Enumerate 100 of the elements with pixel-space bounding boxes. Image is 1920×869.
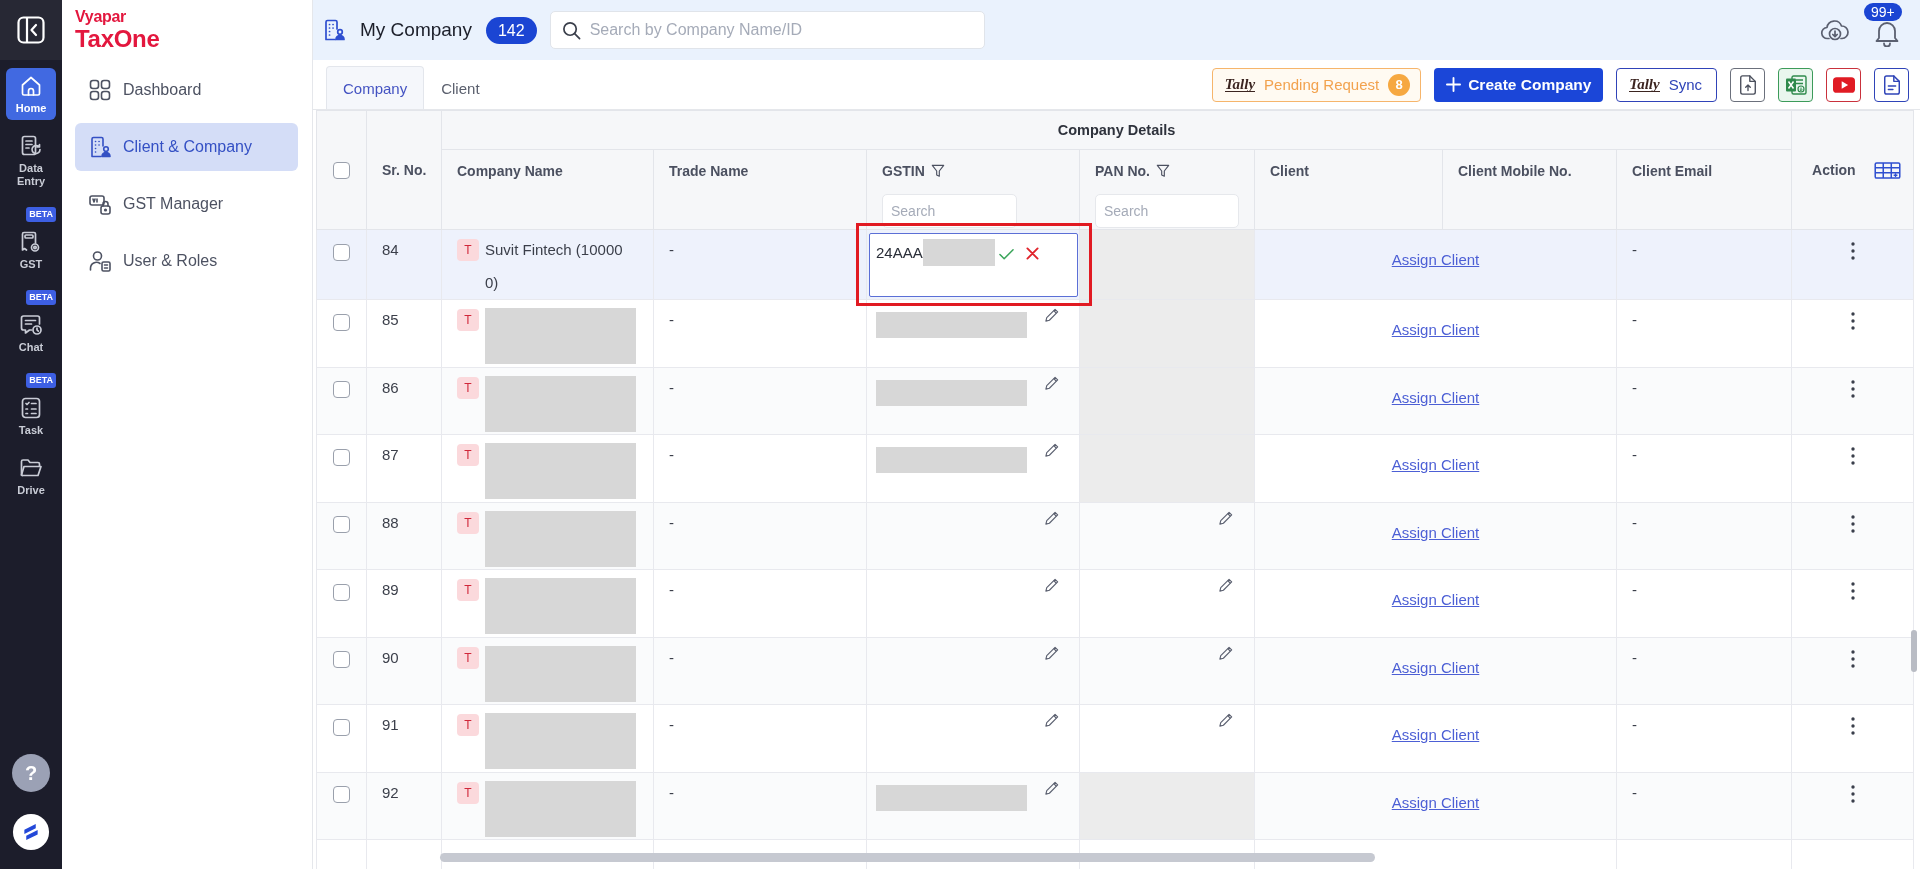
upload-file-button[interactable] xyxy=(1730,67,1765,102)
kebab-menu-icon[interactable] xyxy=(1850,514,1855,533)
gstin-input[interactable]: 24AAA xyxy=(869,233,1078,297)
assign-client-link[interactable]: Assign Client xyxy=(1391,658,1480,676)
kebab-menu-icon[interactable] xyxy=(1850,582,1855,600)
pencil-icon[interactable] xyxy=(1219,578,1233,592)
tab[interactable]: Client xyxy=(424,66,497,109)
table-cell: 85 xyxy=(366,299,442,367)
pencil-icon[interactable] xyxy=(1219,645,1233,660)
table-cell: - xyxy=(1616,502,1792,570)
pencil-icon[interactable] xyxy=(1045,308,1059,322)
filter-icon[interactable] xyxy=(930,164,945,178)
assign-client-link[interactable]: Assign Client xyxy=(1391,793,1480,811)
excel-export-button[interactable] xyxy=(1778,67,1813,102)
assign-client-link[interactable]: Assign Client xyxy=(1391,388,1480,406)
check-icon[interactable] xyxy=(998,248,1014,260)
pencil-icon[interactable] xyxy=(1045,443,1059,457)
kebab-menu-icon[interactable] xyxy=(1850,242,1855,260)
rail-item[interactable]: BETA GST xyxy=(6,201,56,276)
kebab-menu-icon[interactable] xyxy=(1850,784,1855,803)
sidebar-item[interactable]: Dashboard xyxy=(75,66,298,114)
create-company-button[interactable]: Create Company xyxy=(1434,67,1604,102)
company-avatar: T xyxy=(457,376,479,399)
column-search-field[interactable]: Search xyxy=(882,194,1017,228)
chat-icon xyxy=(19,313,43,337)
tally-logo: Tally xyxy=(1629,77,1660,92)
assign-client-link[interactable]: Assign Client xyxy=(1391,321,1480,338)
vertical-scrollbar[interactable] xyxy=(1911,630,1917,672)
table-cell: - xyxy=(653,434,867,502)
pencil-icon[interactable] xyxy=(1045,645,1059,660)
pencil-icon[interactable] xyxy=(1045,375,1059,390)
pencil-icon[interactable] xyxy=(1045,578,1059,592)
assign-client-link[interactable]: Assign Client xyxy=(1391,251,1480,268)
pencil-icon[interactable] xyxy=(1219,713,1233,727)
pending-request-button[interactable]: Tally Pending Request 8 xyxy=(1211,67,1422,102)
bell-icon[interactable] xyxy=(1874,19,1900,47)
filter-icon[interactable] xyxy=(1155,164,1170,178)
pencil-icon[interactable] xyxy=(1045,780,1059,795)
assign-client-link[interactable]: Assign Client xyxy=(1391,456,1480,473)
beta-badge: BETA xyxy=(26,207,56,222)
table-cell: - xyxy=(1616,704,1792,772)
row-checkbox[interactable] xyxy=(333,651,350,669)
horizontal-scrollbar[interactable] xyxy=(440,853,1375,862)
column-header: PAN No. xyxy=(1095,163,1150,179)
row-checkbox[interactable] xyxy=(333,381,350,399)
assign-client-link[interactable]: Assign Client xyxy=(1391,591,1480,608)
product-name: TaxOne xyxy=(75,27,160,51)
app-logo-icon[interactable] xyxy=(12,813,50,851)
tab[interactable]: Company xyxy=(326,66,425,109)
sync-button[interactable]: Tally Sync xyxy=(1616,67,1717,102)
search-field[interactable]: Search by Company Name/ID xyxy=(549,11,985,49)
assign-client-link[interactable]: Assign Client xyxy=(1391,726,1480,743)
rail-item[interactable]: Data Entry xyxy=(6,128,56,193)
rail-item[interactable]: BETA Task xyxy=(6,367,56,442)
assign-client-link[interactable]: Assign Client xyxy=(1391,523,1480,541)
video-button[interactable] xyxy=(1826,67,1861,102)
pencil-icon[interactable] xyxy=(1045,510,1059,525)
table-cell: 91 xyxy=(366,704,442,772)
company-avatar: T xyxy=(457,781,479,804)
company-avatar: T xyxy=(457,714,479,736)
rail-item[interactable]: Home xyxy=(6,68,56,120)
kebab-menu-icon[interactable] xyxy=(1850,379,1855,398)
pencil-icon[interactable] xyxy=(1045,713,1059,727)
data-entry-icon xyxy=(19,134,43,158)
company-avatar: T xyxy=(457,511,479,534)
sidebar-item[interactable]: GST Manager xyxy=(75,180,298,228)
table-columns-icon[interactable] xyxy=(1873,161,1901,179)
row-checkbox[interactable] xyxy=(333,448,350,466)
row-checkbox[interactable] xyxy=(333,313,350,331)
table-cell: - xyxy=(1616,637,1792,705)
user-roles-icon xyxy=(88,249,112,273)
column-header: Action xyxy=(1812,162,1856,178)
table-cell: 87 xyxy=(366,434,442,502)
collapse-sidebar-icon[interactable] xyxy=(17,16,45,44)
column-search-field[interactable]: Search xyxy=(1095,194,1239,228)
home-icon xyxy=(19,74,43,98)
pencil-icon[interactable] xyxy=(1219,510,1233,525)
row-checkbox[interactable] xyxy=(333,583,350,601)
rail-item[interactable]: BETA Chat xyxy=(6,284,56,359)
table-cell: - xyxy=(653,299,867,367)
rail-item[interactable]: Drive xyxy=(6,450,56,502)
kebab-menu-icon[interactable] xyxy=(1850,312,1855,330)
play-icon xyxy=(1832,76,1855,93)
file-upload-icon xyxy=(1738,74,1757,95)
document-button[interactable] xyxy=(1874,67,1909,102)
cloud-download-icon[interactable] xyxy=(1820,18,1850,42)
brand-name: Vyapar xyxy=(75,9,126,25)
row-checkbox[interactable] xyxy=(333,243,350,261)
sidebar-item[interactable]: User & Roles xyxy=(75,237,298,285)
kebab-menu-icon[interactable] xyxy=(1850,649,1855,668)
column-header: Sr. No. xyxy=(382,162,427,178)
kebab-menu-icon[interactable] xyxy=(1850,717,1855,735)
row-checkbox[interactable] xyxy=(333,516,350,534)
select-all-checkbox[interactable] xyxy=(333,161,350,179)
row-checkbox[interactable] xyxy=(333,786,350,804)
row-checkbox[interactable] xyxy=(333,718,350,736)
table-cell: - xyxy=(653,502,867,570)
close-icon[interactable] xyxy=(1025,247,1039,260)
sidebar-item[interactable]: Client & Company xyxy=(75,123,298,171)
kebab-menu-icon[interactable] xyxy=(1850,447,1855,465)
